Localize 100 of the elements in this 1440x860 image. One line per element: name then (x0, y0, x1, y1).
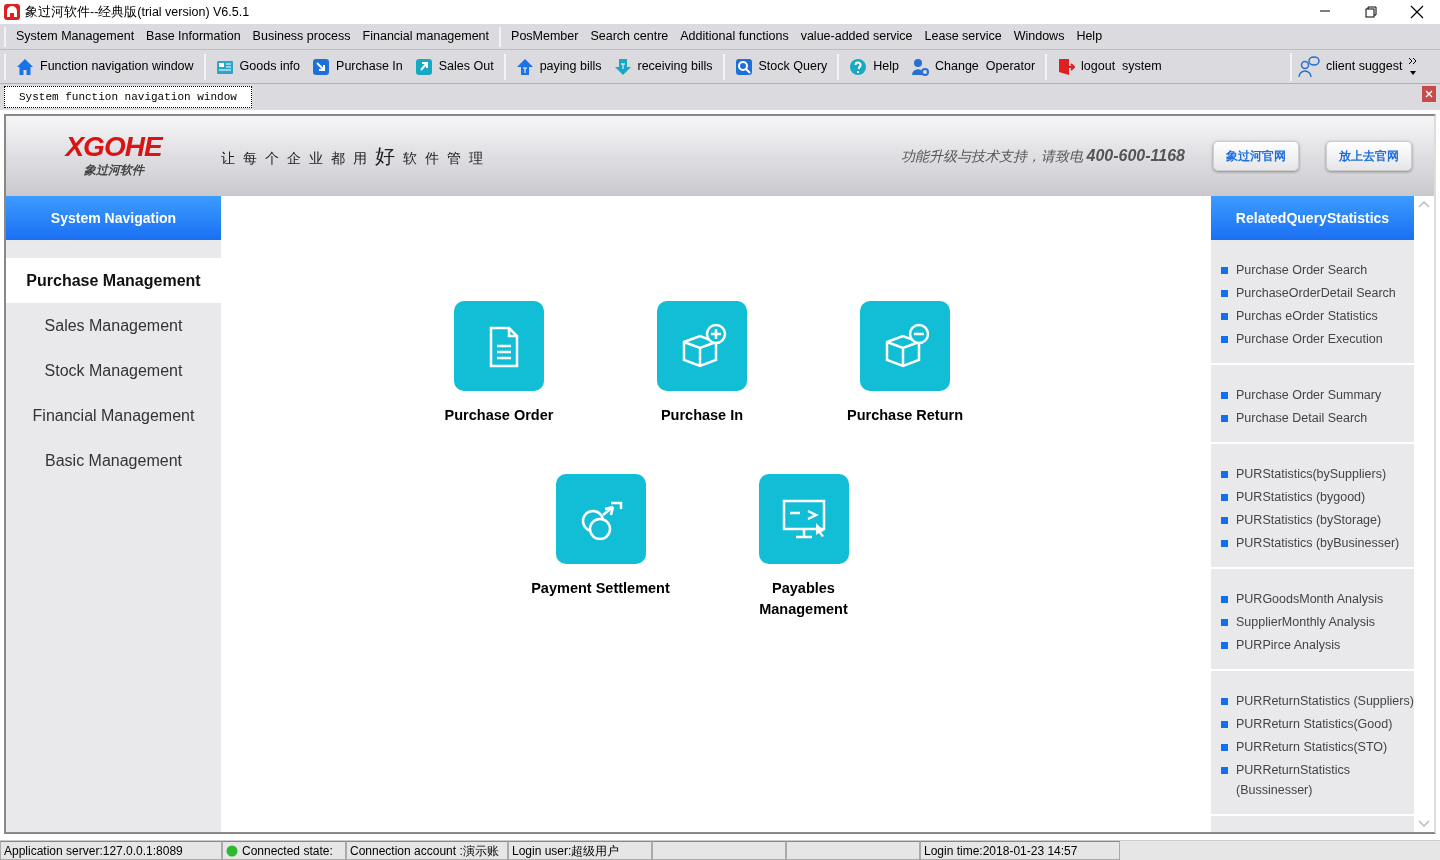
bullet-icon (1221, 642, 1228, 649)
nav-item[interactable]: Basic Management (6, 438, 221, 483)
user-chat-icon (1298, 55, 1320, 78)
bullet-icon (1221, 471, 1228, 478)
query-link[interactable]: PURGoodsMonth Analysis (1236, 589, 1384, 609)
menu-item[interactable]: Windows (1007, 27, 1071, 46)
bullet-icon (1221, 392, 1228, 399)
toolbar-button[interactable]: Goods info (209, 57, 307, 76)
toolbar-button[interactable]: paying bills (509, 57, 608, 76)
window-title: 象过河软件--经典版(trial version) V6.5.1 (25, 3, 250, 21)
bullet-icon (1221, 721, 1228, 728)
menu-item[interactable]: System Management (10, 27, 141, 46)
bullet-icon (1221, 698, 1228, 705)
menu-item[interactable]: Financial management (356, 27, 496, 46)
home-icon (16, 57, 34, 76)
tile-label[interactable]: Payables Management (729, 578, 878, 620)
help-icon (849, 57, 868, 76)
menu-item[interactable]: Business process (246, 27, 357, 46)
status-cell: Login user:超级用户 (508, 841, 652, 860)
connected-icon (226, 844, 238, 857)
search-icon (734, 57, 753, 76)
query-link[interactable]: Purchase Order Search (1236, 260, 1368, 280)
menu-item[interactable]: Lease service (918, 27, 1008, 46)
toolbar-button[interactable]: logout system (1051, 57, 1168, 76)
up-arrow-icon (515, 57, 534, 76)
panel-header: System Navigation (6, 196, 221, 240)
tile-button[interactable] (758, 474, 849, 564)
query-link[interactable]: PURPirce Analysis (1236, 635, 1341, 655)
tile-button[interactable] (860, 301, 950, 391)
tab[interactable]: System function navigation window (4, 85, 252, 109)
bullet-icon (1221, 619, 1228, 626)
logo-subtitle: 象过河软件 (83, 162, 144, 179)
status-text: Connected state: (242, 842, 333, 860)
query-link[interactable]: PURReturn Statistics(STO) (1236, 737, 1388, 757)
query-link[interactable]: SupplierMonthly Analysis (1236, 612, 1375, 632)
exit-icon (1057, 57, 1076, 76)
bullet-icon (1221, 290, 1228, 297)
bullet-icon (1221, 744, 1228, 751)
status-cell: Application server:127.0.0.1:8089 (0, 841, 222, 860)
query-link[interactable]: PURStatistics (byBusinesser) (1236, 533, 1400, 553)
close-icon[interactable] (1410, 5, 1424, 19)
slogan: 让每个企业都用 好 软件管理 (221, 144, 491, 169)
toolbar-button[interactable]: Sales Out (408, 57, 500, 76)
bullet-icon (1221, 517, 1228, 524)
scroll-down-icon (1418, 820, 1430, 828)
tile-button[interactable] (454, 301, 544, 391)
bullet-icon (1221, 494, 1228, 501)
bullet-icon (1221, 313, 1228, 320)
status-cell: Login time:2018-01-23 14:57 (920, 841, 1120, 860)
menu-item[interactable]: PosMember (505, 27, 585, 46)
menu-item[interactable]: Base Information (140, 27, 247, 46)
bullet-icon (1221, 336, 1228, 343)
query-link[interactable]: PurchaseOrderDetail Search (1236, 283, 1396, 303)
tile-button[interactable] (555, 474, 646, 564)
bullet-icon (1221, 767, 1228, 774)
tile-label[interactable]: Purchase Return (846, 405, 963, 426)
query-link[interactable]: PURStatistics(bySuppliers) (1236, 464, 1387, 484)
menu-item[interactable]: Help (1070, 27, 1109, 46)
query-link[interactable]: PURStatistics (bygood) (1236, 487, 1366, 507)
query-link[interactable]: PURStatistics (byStorage) (1236, 510, 1382, 530)
restore-icon[interactable] (1364, 5, 1378, 19)
nav-item[interactable]: Purchase Management (6, 258, 221, 303)
query-link[interactable]: PURReturnStatistics (Bussinesser) (1236, 760, 1414, 800)
website-button[interactable]: 象过河官网 (1213, 141, 1299, 171)
logo: XGOHE (65, 133, 162, 161)
bullet-icon (1221, 267, 1228, 274)
menu-item[interactable]: Search centre (584, 27, 675, 46)
website-button[interactable]: 放上去官网 (1326, 141, 1412, 171)
toolbar-button[interactable]: client suggest (1292, 55, 1409, 78)
tile-label[interactable]: Payment Settlement (531, 578, 670, 599)
tile-label[interactable]: Purchase Order (444, 405, 554, 426)
query-link[interactable]: Purchase Detail Search (1236, 408, 1368, 428)
query-link[interactable]: Purchase Order Summary (1236, 385, 1382, 405)
panel-header: RelatedQueryStatistics (1211, 196, 1414, 240)
support-text: 功能升级与技术支持，请致电 400-600-1168 (900, 146, 1185, 166)
nav-item[interactable]: Financial Management (6, 393, 221, 438)
nav-item[interactable]: Stock Management (6, 348, 221, 393)
query-link[interactable]: Purchas eOrder Statistics (1236, 306, 1378, 326)
app-icon (4, 4, 20, 20)
bullet-icon (1221, 540, 1228, 547)
toolbar-button[interactable]: Function navigation window (10, 57, 200, 76)
toolbar-button[interactable]: Purchase In (306, 57, 409, 76)
menu-item[interactable]: Additional functions (674, 27, 795, 46)
tile-label[interactable]: Purchase In (660, 405, 744, 426)
bullet-icon (1221, 415, 1228, 422)
nav-item[interactable]: Sales Management (6, 303, 221, 348)
query-link[interactable]: Purchase Order Execution (1236, 329, 1383, 349)
tile-button[interactable] (657, 301, 747, 391)
scroll-up-icon (1418, 200, 1430, 208)
menu-item[interactable]: value-added service (794, 27, 919, 46)
toolbar-button[interactable]: receiving bills (607, 57, 719, 76)
query-link[interactable]: PURReturn Statistics(Good) (1236, 714, 1393, 734)
user-gear-icon (911, 57, 930, 76)
down-arrow-icon (613, 57, 632, 76)
bullet-icon (1221, 596, 1228, 603)
toolbar-button[interactable]: Help (843, 57, 906, 76)
status-cell: Connection account :演示账 (346, 841, 508, 860)
toolbar-button[interactable]: Stock Query (728, 57, 834, 76)
toolbar-button[interactable]: Change Operator (905, 57, 1042, 76)
query-link[interactable]: PURReturnStatistics (Suppliers) (1236, 691, 1414, 711)
